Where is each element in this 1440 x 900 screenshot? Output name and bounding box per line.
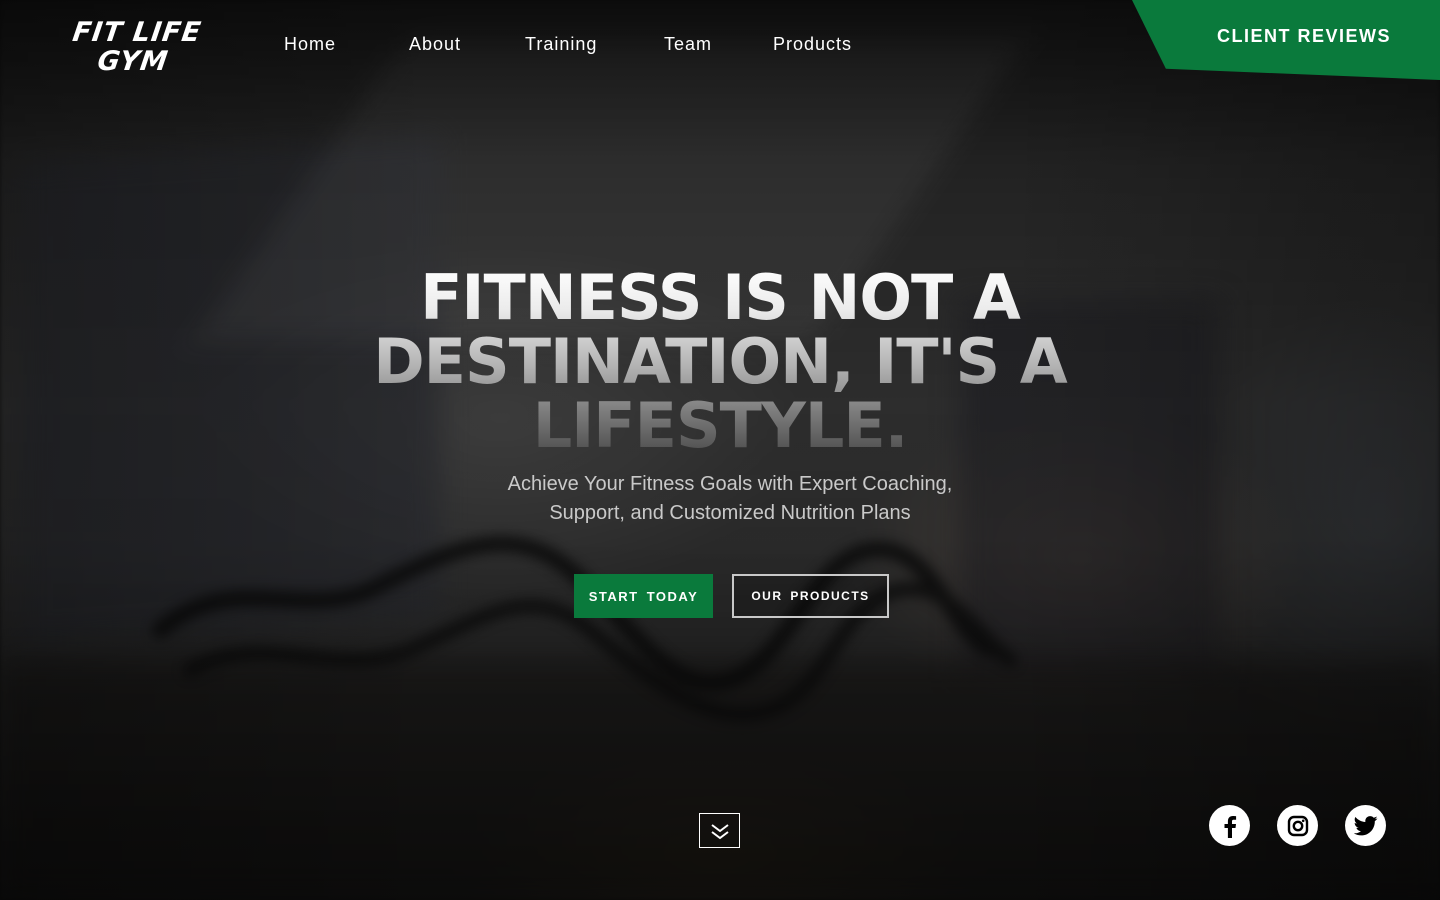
our-products-button[interactable]: OUR PRODUCTS bbox=[732, 574, 889, 618]
hero-headline: FITNESS IS NOT A DESTINATION, IT'S A LIF… bbox=[320, 266, 1120, 458]
logo[interactable]: FIT LIFE GYM bbox=[66, 17, 204, 77]
logo-line-2: GYM bbox=[95, 46, 171, 77]
client-reviews-button[interactable]: CLIENT REVIEWS bbox=[1132, 0, 1440, 80]
scroll-down-button[interactable] bbox=[699, 813, 740, 848]
nav-link-products[interactable]: Products bbox=[773, 34, 852, 55]
client-reviews-label: CLIENT REVIEWS bbox=[1217, 26, 1392, 46]
double-chevron-down-icon bbox=[710, 823, 729, 839]
nav-link-team[interactable]: Team bbox=[664, 34, 712, 55]
nav-link-home[interactable]: Home bbox=[284, 34, 336, 55]
facebook-icon bbox=[1224, 815, 1236, 838]
nav-link-training[interactable]: Training bbox=[525, 34, 597, 55]
twitter-link[interactable] bbox=[1345, 805, 1386, 846]
hero-page: FIT LIFE GYM Home About Training Team Pr… bbox=[0, 0, 1440, 900]
logo-line-1: FIT LIFE bbox=[70, 17, 204, 48]
start-today-button[interactable]: START TODAY bbox=[574, 574, 713, 618]
facebook-link[interactable] bbox=[1209, 805, 1250, 846]
twitter-icon bbox=[1353, 815, 1377, 835]
hero-subtitle: Achieve Your Fitness Goals with Expert C… bbox=[507, 473, 953, 524]
instagram-link[interactable] bbox=[1277, 805, 1318, 846]
nav-link-about[interactable]: About bbox=[409, 34, 461, 55]
instagram-icon bbox=[1287, 815, 1308, 836]
